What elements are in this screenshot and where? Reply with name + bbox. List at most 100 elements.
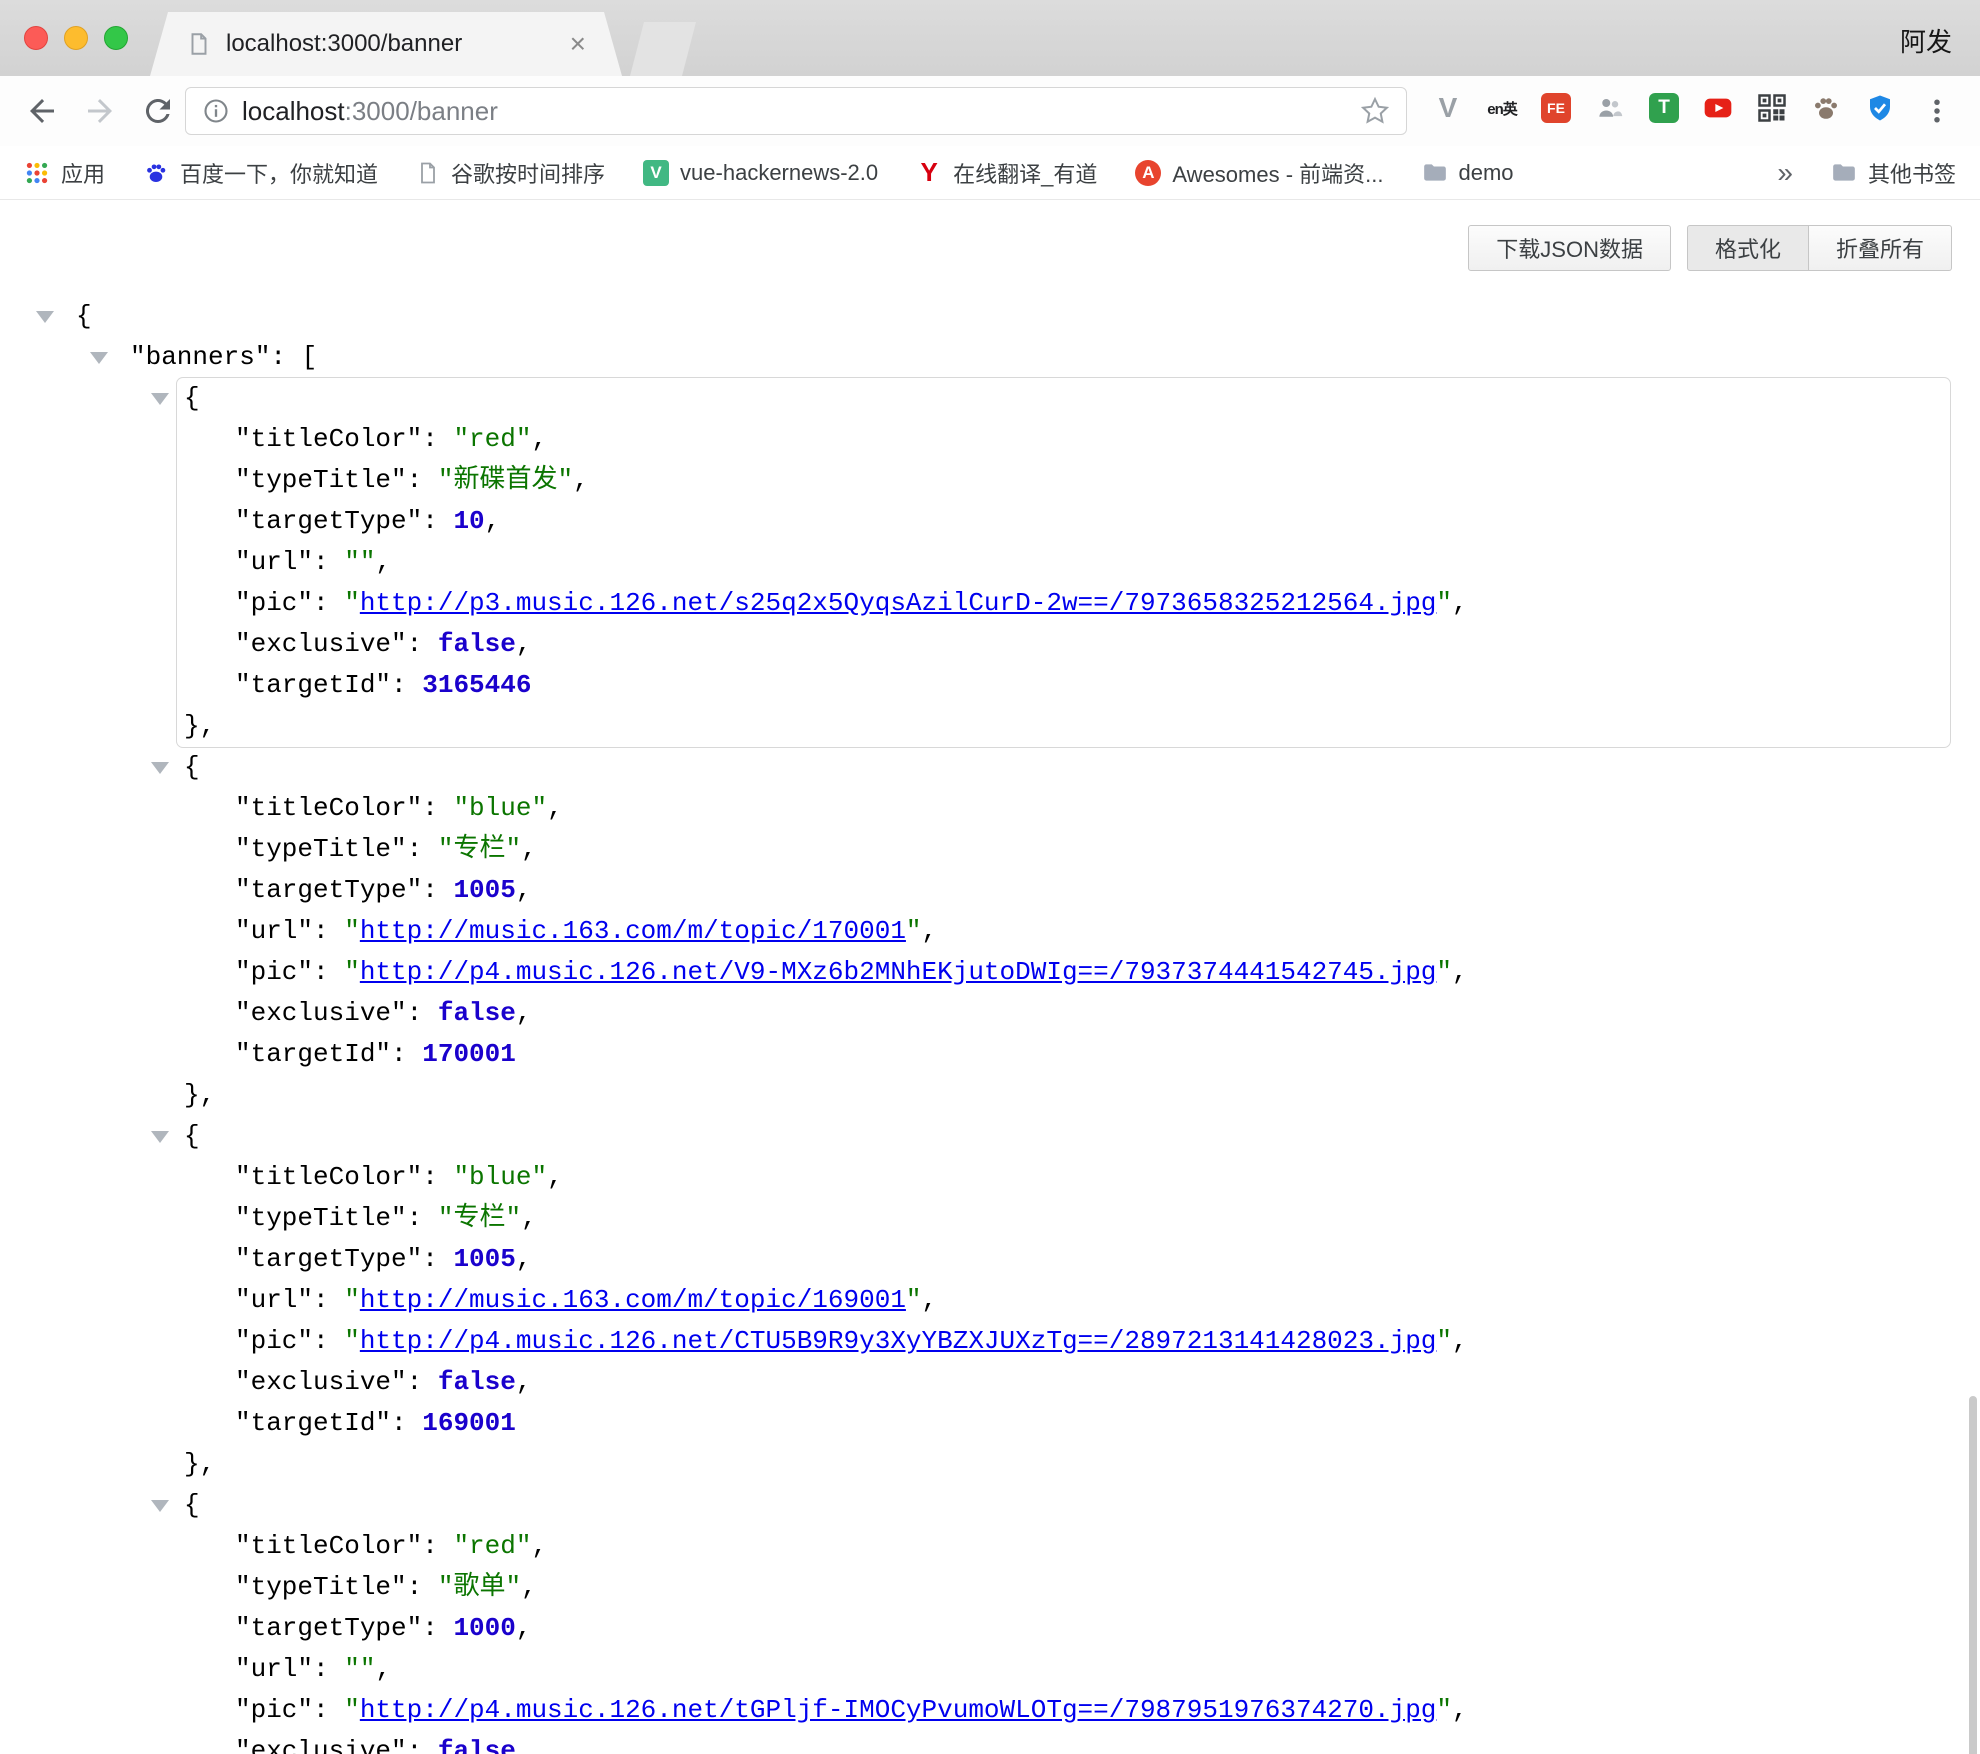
json-link[interactable]: http://p4.music.126.net/tGPljf-IMOCyPvum… xyxy=(360,1695,1437,1725)
close-window-button[interactable] xyxy=(24,26,48,50)
bookmarks-overflow-icon[interactable]: » xyxy=(1777,157,1793,189)
bookmark-apps[interactable]: 应用 xyxy=(24,157,105,189)
zoom-window-button[interactable] xyxy=(104,26,128,50)
json-line: "titleColor": "blue", xyxy=(177,788,1950,829)
collapse-toggle-icon[interactable] xyxy=(90,352,108,364)
other-bookmarks-folder[interactable]: 其他书签 xyxy=(1831,157,1956,189)
json-value: " xyxy=(344,588,360,618)
org-chart-icon[interactable] xyxy=(1594,92,1626,124)
json-value: 1005 xyxy=(453,875,515,905)
json-line: "pic": "http://p4.music.126.net/V9-MXz6b… xyxy=(177,952,1950,993)
json-value: 10 xyxy=(453,506,484,536)
json-line: { xyxy=(177,1485,1950,1526)
json-value: " xyxy=(344,1326,360,1356)
json-line: "titleColor": "red", xyxy=(177,1526,1950,1567)
chrome-menu-icon[interactable] xyxy=(1922,96,1952,131)
json-line: "typeTitle": "专栏", xyxy=(177,829,1950,870)
url-bar[interactable]: localhost:3000/banner xyxy=(185,87,1407,135)
json-line: "typeTitle": "歌单", xyxy=(177,1567,1950,1608)
bookmark-vue-hackernews[interactable]: V vue-hackernews-2.0 xyxy=(643,160,878,186)
tampermonkey-icon[interactable]: T xyxy=(1648,92,1680,124)
json-value: false xyxy=(438,998,516,1028)
json-object: {"titleColor": "red","typeTitle": "歌单","… xyxy=(177,1485,1950,1754)
json-value: false xyxy=(438,1736,516,1754)
page-info-icon[interactable] xyxy=(202,97,230,125)
json-line: "exclusive": false, xyxy=(177,1362,1950,1403)
collapse-toggle-icon[interactable] xyxy=(151,1131,169,1143)
bookmarks-bar: 应用 百度一下，你就知道 谷歌按时间排序 V vue-hackernews-2.… xyxy=(0,146,1980,200)
new-tab-button[interactable] xyxy=(630,22,696,76)
json-line: "titleColor": "red", xyxy=(177,419,1950,460)
json-value: " xyxy=(344,1285,360,1315)
json-object: {"titleColor": "blue","typeTitle": "专栏",… xyxy=(177,1116,1950,1485)
collapse-toggle-icon[interactable] xyxy=(36,311,54,323)
translator-icon[interactable]: en英 xyxy=(1486,92,1518,124)
json-line: "typeTitle": "新碟首发", xyxy=(177,460,1950,501)
reload-icon[interactable] xyxy=(140,93,176,129)
json-link[interactable]: http://p4.music.126.net/V9-MXz6b2MNhEKju… xyxy=(360,957,1437,987)
other-bookmarks-label: 其他书签 xyxy=(1868,157,1956,189)
folder-icon xyxy=(1831,160,1857,186)
json-value: "新碟首发" xyxy=(438,465,573,495)
window-controls xyxy=(24,26,128,50)
security-shield-icon[interactable] xyxy=(1864,92,1896,124)
json-value: "red" xyxy=(453,1531,531,1561)
json-link[interactable]: http://p3.music.126.net/s25q2x5QyqsAzilC… xyxy=(360,588,1437,618)
bookmark-baidu[interactable]: 百度一下，你就知道 xyxy=(143,157,378,189)
bookmark-google-sort[interactable]: 谷歌按时间排序 xyxy=(416,157,605,189)
youtube-icon[interactable] xyxy=(1702,92,1734,124)
json-line: "exclusive": false, xyxy=(177,1731,1950,1754)
json-object: {"titleColor": "red","typeTitle": "新碟首发"… xyxy=(177,378,1950,747)
json-line: "exclusive": false, xyxy=(177,624,1950,665)
json-line: "titleColor": "blue", xyxy=(177,1157,1950,1198)
json-value: "red" xyxy=(453,424,531,454)
browser-tab[interactable]: localhost:3000/banner × xyxy=(150,12,622,76)
json-value: false xyxy=(438,1367,516,1397)
bookmark-label: 在线翻译_有道 xyxy=(953,157,1097,189)
page-content: 下载JSON数据 格式化 折叠所有 {"banners": [{"titleCo… xyxy=(0,200,1980,1754)
json-line: "pic": "http://p4.music.126.net/tGPljf-I… xyxy=(177,1690,1950,1731)
json-value: "blue" xyxy=(453,1162,547,1192)
json-line: "url": "http://music.163.com/m/topic/170… xyxy=(177,911,1950,952)
json-link[interactable]: http://music.163.com/m/topic/170001 xyxy=(360,916,906,946)
awesomes-logo-icon: A xyxy=(1135,160,1161,186)
bookmark-awesomes[interactable]: A Awesomes - 前端资... xyxy=(1135,157,1383,189)
extensions-toolbar: V en英 FE T xyxy=(1432,92,1896,124)
tab-strip: localhost:3000/banner × 阿发 xyxy=(0,0,1980,76)
bookmark-folder-demo[interactable]: demo xyxy=(1422,160,1514,186)
json-value: " xyxy=(1436,957,1452,987)
fehelper-icon[interactable]: FE xyxy=(1540,92,1572,124)
apps-grid-icon xyxy=(24,160,50,186)
bookmark-label: 百度一下，你就知道 xyxy=(180,157,378,189)
download-json-button[interactable]: 下载JSON数据 xyxy=(1468,225,1671,271)
url-text: localhost:3000/banner xyxy=(242,96,498,127)
json-link[interactable]: http://p4.music.126.net/CTU5B9R9y3XyYBZX… xyxy=(360,1326,1437,1356)
back-icon[interactable] xyxy=(24,93,60,129)
scrollbar-thumb[interactable] xyxy=(1969,1396,1977,1754)
collapse-toggle-icon[interactable] xyxy=(151,762,169,774)
json-value: " xyxy=(906,1285,922,1315)
json-line: "pic": "http://p4.music.126.net/CTU5B9R9… xyxy=(177,1321,1950,1362)
json-value: " xyxy=(906,916,922,946)
json-value: " xyxy=(344,1695,360,1725)
bookmark-star-icon[interactable] xyxy=(1360,96,1390,126)
json-line: { xyxy=(0,296,1980,337)
collapse-toggle-icon[interactable] xyxy=(151,393,169,405)
json-line: "typeTitle": "专栏", xyxy=(177,1198,1950,1239)
collapse-toggle-icon[interactable] xyxy=(151,1500,169,1512)
bookmark-youdao[interactable]: Y 在线翻译_有道 xyxy=(916,157,1097,189)
minimize-window-button[interactable] xyxy=(64,26,88,50)
vue-devtools-icon[interactable]: V xyxy=(1432,92,1464,124)
json-value: " xyxy=(1436,1326,1452,1356)
json-link[interactable]: http://music.163.com/m/topic/169001 xyxy=(360,1285,906,1315)
collapse-all-button[interactable]: 折叠所有 xyxy=(1809,225,1952,271)
tab-close-icon[interactable]: × xyxy=(570,30,586,58)
json-line: { xyxy=(177,378,1950,419)
json-value: "歌单" xyxy=(438,1572,521,1602)
baidu-paw-icon xyxy=(143,160,169,186)
paw-icon[interactable] xyxy=(1810,92,1842,124)
forward-icon[interactable] xyxy=(82,93,118,129)
qr-code-icon[interactable] xyxy=(1756,92,1788,124)
json-toolbar: 下载JSON数据 格式化 折叠所有 xyxy=(1468,225,1952,271)
format-button[interactable]: 格式化 xyxy=(1687,225,1809,271)
